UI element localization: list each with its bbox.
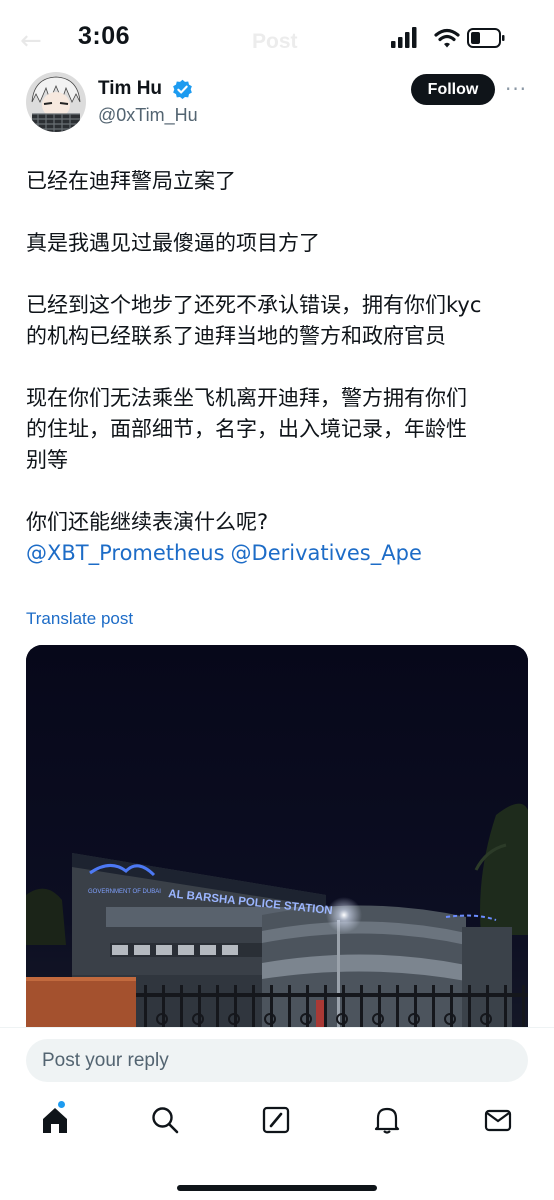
battery-icon bbox=[467, 28, 505, 48]
police-station-photo: GOVERNMENT OF DUBAI AL BARSHA POLICE STA… bbox=[26, 645, 528, 1035]
tweet-text: 已经在迪拜警局立案了 真是我遇见过最傻逼的项目方了 已经到这个地步了还死不承认错… bbox=[26, 166, 531, 569]
status-bar: ← Post 3:06 bbox=[0, 0, 554, 72]
author-handle[interactable]: @0xTim_Hu bbox=[98, 105, 198, 126]
search-icon bbox=[152, 1107, 179, 1134]
author-name[interactable]: Tim Hu bbox=[98, 78, 162, 100]
tweet-photo[interactable]: GOVERNMENT OF DUBAI AL BARSHA POLICE STA… bbox=[26, 645, 528, 1035]
header-title: Post bbox=[252, 30, 298, 53]
crest-text: GOVERNMENT OF DUBAI bbox=[88, 889, 161, 895]
messages-icon bbox=[484, 1109, 512, 1132]
mention-link[interactable]: @XBT_Prometheus bbox=[26, 541, 225, 565]
compose-icon bbox=[262, 1106, 290, 1134]
notifications-icon bbox=[374, 1107, 400, 1134]
back-arrow-icon[interactable]: ← bbox=[20, 26, 42, 56]
mentions-line: @XBT_Prometheus @Derivatives_Ape bbox=[26, 538, 531, 569]
tweet-line: 的机构已经联系了迪拜当地的警方和政府官员 bbox=[26, 324, 446, 348]
tweet-line: 现在你们无法乘坐飞机离开迪拜，警方拥有你们 bbox=[26, 386, 467, 410]
tweet-line: 真是我遇见过最傻逼的项目方了 bbox=[26, 231, 320, 255]
notification-dot bbox=[58, 1101, 65, 1108]
tab-messages[interactable] bbox=[481, 1103, 515, 1137]
follow-button[interactable]: Follow bbox=[411, 74, 495, 105]
tweet-line: 已经到这个地步了还死不承认错误，拥有你们kyc bbox=[26, 293, 482, 317]
tab-compose[interactable] bbox=[259, 1103, 293, 1137]
status-icons bbox=[391, 27, 505, 48]
tab-search[interactable] bbox=[148, 1103, 182, 1137]
tab-notifications[interactable] bbox=[370, 1103, 404, 1137]
reply-bar: Post your reply bbox=[0, 1027, 554, 1200]
avatar-image bbox=[26, 72, 86, 132]
tweet-line: 已经在迪拜警局立案了 bbox=[26, 169, 236, 193]
reply-input[interactable]: Post your reply bbox=[26, 1039, 528, 1082]
home-indicator bbox=[177, 1185, 377, 1191]
cellular-signal-icon bbox=[391, 27, 417, 48]
translate-post-link[interactable]: Translate post bbox=[26, 609, 133, 629]
avatar[interactable] bbox=[26, 72, 86, 132]
bottom-tab-bar bbox=[0, 1101, 554, 1149]
wifi-icon bbox=[434, 28, 460, 48]
tweet-line: 别等 bbox=[26, 448, 68, 472]
tab-home[interactable] bbox=[38, 1101, 72, 1137]
more-options-icon[interactable]: ··· bbox=[505, 77, 527, 101]
status-time: 3:06 bbox=[78, 22, 131, 50]
verified-badge-icon bbox=[173, 79, 192, 100]
tweet-line: 的住址，面部细节，名字，出入境记录，年龄性 bbox=[26, 417, 467, 441]
tweet-line: 你们还能继续表演什么呢? bbox=[26, 510, 269, 534]
mention-link[interactable]: @Derivatives_Ape bbox=[231, 541, 422, 565]
home-icon bbox=[43, 1108, 67, 1133]
